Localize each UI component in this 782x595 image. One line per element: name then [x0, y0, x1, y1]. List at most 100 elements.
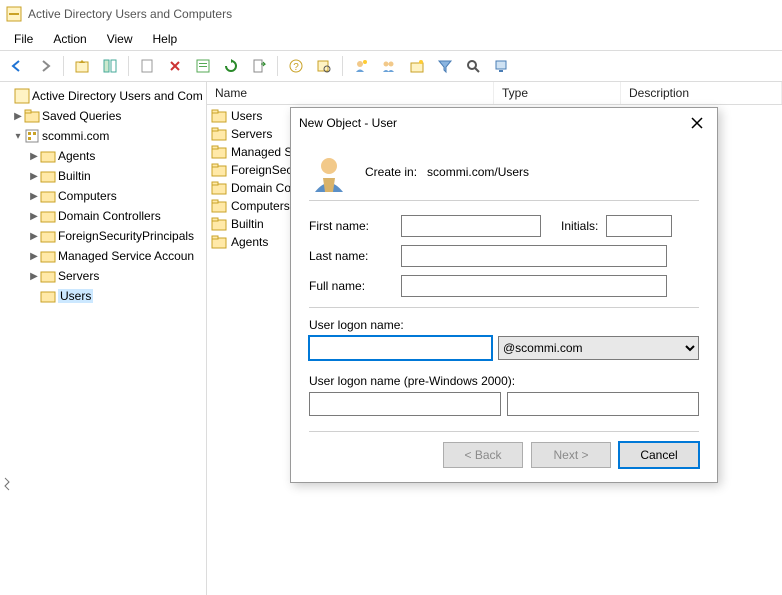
column-description[interactable]: Description [621, 82, 782, 104]
window-title: Active Directory Users and Computers [28, 7, 232, 21]
menubar: File Action View Help [0, 28, 782, 51]
full-name-input[interactable] [401, 275, 667, 297]
tree-users[interactable]: Users [0, 286, 206, 306]
tree-agents[interactable]: ▶Agents [0, 146, 206, 166]
tree-expander[interactable]: ▶ [28, 231, 40, 242]
ou-icon [40, 268, 56, 284]
pre2000-row [309, 392, 699, 416]
toolbar-up[interactable] [69, 53, 95, 79]
toolbar-forward[interactable] [32, 53, 58, 79]
tree-label: Managed Service Accoun [58, 249, 194, 263]
pre2000-domain-input[interactable] [309, 392, 501, 416]
container-icon [40, 228, 56, 244]
menu-file[interactable]: File [4, 30, 43, 48]
folder-icon [211, 180, 227, 196]
full-name-label: Full name: [309, 279, 401, 293]
folder-icon [211, 234, 227, 250]
toolbar-find2[interactable] [460, 53, 486, 79]
logon-domain-select[interactable]: @scommi.com [498, 336, 699, 360]
new-user-dialog: New Object - User Create in: scommi.com/… [290, 107, 718, 483]
toolbar-add-computer[interactable] [488, 53, 514, 79]
pre2000-user-input[interactable] [507, 392, 699, 416]
tree-domain-controllers[interactable]: ▶ Domain Controllers [0, 206, 206, 226]
toolbar-refresh[interactable] [218, 53, 244, 79]
tree-label: scommi.com [42, 129, 109, 143]
tree-expander[interactable]: ▶ [28, 251, 40, 262]
tree-label: Users [58, 289, 93, 303]
folder-icon [211, 162, 227, 178]
tree-expander[interactable]: ▶ [28, 191, 40, 202]
container-icon [40, 248, 56, 264]
column-type[interactable]: Type [494, 82, 621, 104]
tree-label: Domain Controllers [58, 209, 161, 223]
toolbar-cut[interactable] [134, 53, 160, 79]
back-button[interactable]: < Back [443, 442, 523, 468]
tree-label: Servers [58, 269, 99, 283]
folder-icon [24, 108, 40, 124]
toolbar-help[interactable]: ? [283, 53, 309, 79]
toolbar-new-group[interactable] [376, 53, 402, 79]
tree-computers[interactable]: ▶ Computers [0, 186, 206, 206]
last-name-input[interactable] [401, 245, 667, 267]
tree-root[interactable]: Active Directory Users and Com [0, 86, 206, 106]
last-name-row: Last name: [309, 241, 699, 271]
cancel-button[interactable]: Cancel [619, 442, 699, 468]
tree-managed-service-accounts[interactable]: ▶ Managed Service Accoun [0, 246, 206, 266]
tree-expander[interactable]: ▶ [28, 151, 40, 162]
toolbar-find[interactable] [311, 53, 337, 79]
tree-expander[interactable]: ▾ [12, 131, 24, 142]
folder-icon [211, 126, 227, 142]
folder-icon [211, 144, 227, 160]
tree-expander[interactable]: ▶ [28, 211, 40, 222]
toolbar-properties[interactable] [190, 53, 216, 79]
dialog-body: Create in: scommi.com/Users First name: … [291, 138, 717, 416]
tree-foreign-security-principals[interactable]: ▶ ForeignSecurityPrincipals [0, 226, 206, 246]
menu-help[interactable]: Help [143, 30, 188, 48]
domain-icon [24, 128, 40, 144]
toolbar-new-user[interactable] [348, 53, 374, 79]
app-icon [6, 6, 22, 22]
create-in-label: Create in: [365, 165, 417, 179]
menu-action[interactable]: Action [43, 30, 96, 48]
dialog-close-button[interactable] [685, 111, 709, 135]
next-button[interactable]: Next > [531, 442, 611, 468]
folder-icon [211, 108, 227, 124]
close-icon [691, 117, 703, 129]
toolbar-filter[interactable] [432, 53, 458, 79]
dialog-footer: < Back Next > Cancel [309, 431, 699, 468]
tree-root-label: Active Directory Users and Com [32, 89, 203, 103]
title-bar: Active Directory Users and Computers [0, 0, 782, 28]
ou-icon [40, 148, 56, 164]
folder-icon [211, 216, 227, 232]
tree-pane[interactable]: Active Directory Users and Com ▶ Saved Q… [0, 82, 207, 595]
ou-icon [40, 208, 56, 224]
tree-expander[interactable]: ▶ [28, 171, 40, 182]
tree-label: Builtin [58, 169, 91, 183]
tree-label: ForeignSecurityPrincipals [58, 229, 194, 243]
tree-domain[interactable]: ▾ scommi.com [0, 126, 206, 146]
tree-expander[interactable]: ▶ [28, 271, 40, 282]
tree-expander[interactable]: ▶ [12, 111, 24, 122]
first-name-row: First name: Initials: [309, 211, 699, 241]
toolbar-delete[interactable] [162, 53, 188, 79]
toolbar-export[interactable] [246, 53, 272, 79]
dialog-title: New Object - User [299, 116, 397, 130]
initials-input[interactable] [606, 215, 672, 237]
tree-label: Computers [58, 189, 117, 203]
folder-icon [211, 198, 227, 214]
column-name[interactable]: Name [207, 82, 494, 104]
full-name-row: Full name: [309, 271, 699, 301]
toolbar-show-hide[interactable] [97, 53, 123, 79]
toolbar-back[interactable] [4, 53, 30, 79]
logon-name-input[interactable] [309, 336, 492, 360]
first-name-input[interactable] [401, 215, 541, 237]
initials-label: Initials: [561, 219, 598, 233]
first-name-label: First name: [309, 219, 401, 233]
menu-view[interactable]: View [97, 30, 143, 48]
splitter-handle[interactable] [0, 476, 14, 492]
tree-saved-queries[interactable]: ▶ Saved Queries [0, 106, 206, 126]
toolbar-new-ou[interactable] [404, 53, 430, 79]
container-icon [40, 168, 56, 184]
tree-builtin[interactable]: ▶ Builtin [0, 166, 206, 186]
tree-servers[interactable]: ▶ Servers [0, 266, 206, 286]
